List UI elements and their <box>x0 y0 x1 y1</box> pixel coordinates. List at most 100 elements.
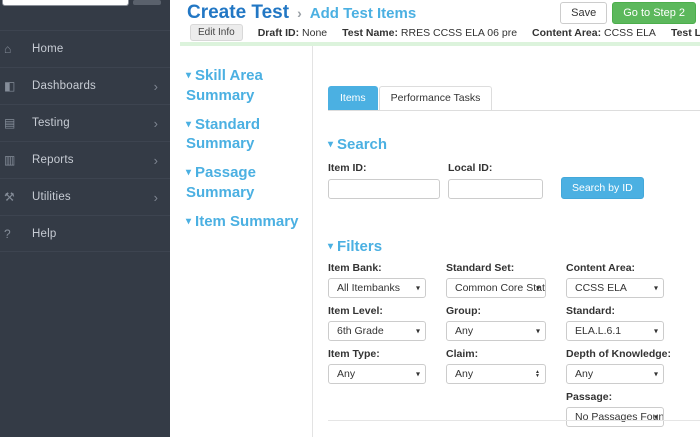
item-id-field-group: Item ID: <box>328 155 440 199</box>
passage-label: Passage: <box>566 391 664 403</box>
standard-select[interactable]: ELA.L.6.1 ▾ <box>566 321 664 341</box>
sidebar-top-cutoff-label <box>133 0 161 5</box>
app-screen: ⌂ Home ◧ Dashboards › ▤ Testing › ▥ Repo… <box>0 0 700 437</box>
content-area-value: CCSS ELA <box>604 27 656 39</box>
caret-down-icon: ▾ <box>654 283 658 292</box>
sidebar-top-cutoff-input[interactable] <box>2 0 129 6</box>
standard-value: ELA.L.6.1 <box>575 325 621 337</box>
item-id-label: Item ID: <box>328 162 440 174</box>
sidebar-item-label: Home <box>32 43 158 55</box>
claim-select[interactable]: Any▲▼ <box>446 364 546 384</box>
sidebar-item-utilities[interactable]: ⚒ Utilities › <box>0 178 170 215</box>
standard-set-value: Common Core State St <box>455 282 546 294</box>
item-type-filter: Item Type: Any▾ <box>328 341 426 384</box>
standard-set-select[interactable]: Common Core State St▾ <box>446 278 546 298</box>
item-type-select[interactable]: Any ▾ <box>328 364 426 384</box>
local-id-label: Local ID: <box>448 162 543 174</box>
item-level-label: Item Level: <box>328 305 426 317</box>
sidebar-item-label: Dashboards <box>32 80 154 92</box>
search-heading-label: Search <box>337 136 387 153</box>
item-level-select[interactable]: 6th Grade▾ <box>328 321 426 341</box>
help-icon: ? <box>4 227 26 241</box>
item-type-value: Any <box>337 368 355 380</box>
stepper-down-icon: ▼ <box>535 374 540 378</box>
summary-section-label: Item Summary <box>195 213 298 230</box>
caret-down-icon: ▾ <box>416 369 420 378</box>
sidebar-item-home[interactable]: ⌂ Home <box>0 30 170 67</box>
test-level: Test Level: 6th Grade <box>671 27 700 39</box>
caret-down-icon: ▾ <box>536 283 540 292</box>
caret-down-icon: ▾ <box>654 326 658 335</box>
tab-items[interactable]: Items <box>328 86 378 110</box>
group-select[interactable]: Any ▾ <box>446 321 546 341</box>
edit-info-button[interactable]: Edit Info <box>190 24 243 41</box>
chevron-right-icon: › <box>154 191 158 204</box>
claim-filter: Claim: Any▲▼ <box>446 341 546 384</box>
sidebar-nav: ⌂ Home ◧ Dashboards › ▤ Testing › ▥ Repo… <box>0 30 170 252</box>
go-to-step-2-button[interactable]: Go to Step 2 <box>612 2 696 24</box>
skill-area-summary-toggle[interactable]: ▾Skill Area Summary <box>186 66 302 106</box>
chevron-right-icon: › <box>154 80 158 93</box>
caret-down-icon: ▾ <box>416 283 420 292</box>
item-level-filter: Item Level: 6th Grade▾ <box>328 298 426 341</box>
dashboard-icon: ◧ <box>4 79 26 93</box>
caret-down-icon: ▾ <box>186 119 191 130</box>
item-bank-select[interactable]: All Itembanks ▾ <box>328 278 426 298</box>
standard-summary-toggle[interactable]: ▾Standard Summary <box>186 115 302 155</box>
tab-bar: Items Performance Tasks <box>328 87 700 111</box>
item-bank-filter: Item Bank: All Itembanks ▾ <box>328 255 426 298</box>
draft-id: Draft ID: None <box>258 27 327 39</box>
testing-icon: ▤ <box>4 116 26 130</box>
filters-section: ▾Filters Item Bank: All Itembanks ▾ Stand… <box>328 238 700 427</box>
local-id-field-group: Local ID: <box>448 155 543 199</box>
passage-value: No Passages Found <box>575 411 664 423</box>
content-area-select[interactable]: CCSS ELA ▾ <box>566 278 664 298</box>
chevron-right-icon: › <box>154 154 158 167</box>
group-filter: Group: Any ▾ <box>446 298 546 341</box>
breadcrumb: Create Test › Add Test Items <box>187 2 416 24</box>
caret-down-icon: ▾ <box>186 216 191 227</box>
breadcrumb-current: Add Test Items <box>310 5 416 22</box>
item-level-value: 6th Grade <box>337 325 384 337</box>
group-label: Group: <box>446 305 546 317</box>
save-button[interactable]: Save <box>560 2 607 24</box>
caret-down-icon: ▾ <box>536 326 540 335</box>
sidebar-item-dashboards[interactable]: ◧ Dashboards › <box>0 67 170 104</box>
item-bank-value: All Itembanks <box>337 282 400 294</box>
reports-icon: ▥ <box>4 153 26 167</box>
depth-of-knowledge-filter: Depth of Knowledge: Any▾ <box>566 341 664 384</box>
sidebar-item-label: Help <box>32 228 158 240</box>
tab-performance-tasks[interactable]: Performance Tasks <box>379 86 493 110</box>
filters-grid: Item Bank: All Itembanks▾ Standard Set: … <box>328 255 700 427</box>
filters-heading-toggle[interactable]: ▾Filters <box>328 238 700 255</box>
breadcrumb-separator-icon: › <box>297 5 302 21</box>
passage-summary-toggle[interactable]: ▾Passage Summary <box>186 163 302 203</box>
local-id-input[interactable] <box>448 179 543 199</box>
caret-down-icon: ▾ <box>328 241 333 252</box>
content-area-filter: Content Area: CCSS ELA▾ <box>566 255 664 298</box>
sidebar-item-help[interactable]: ? Help <box>0 215 170 252</box>
caret-down-icon: ▾ <box>186 167 191 178</box>
standard-label: Standard: <box>566 305 664 317</box>
item-bank-label: Item Bank: <box>328 262 426 274</box>
depth-of-knowledge-value: Any <box>575 368 593 380</box>
search-fields: Item ID: Local ID: Search by ID <box>328 155 644 199</box>
depth-of-knowledge-select[interactable]: Any▾ <box>566 364 664 384</box>
search-by-id-button[interactable]: Search by ID <box>561 177 644 199</box>
caret-down-icon: ▾ <box>186 70 191 81</box>
group-value: Any <box>455 325 473 337</box>
summary-column: ▾Skill Area Summary ▾Standard Summary ▾P… <box>186 66 302 241</box>
header-actions: Save Go to Step 2 <box>560 2 696 24</box>
item-summary-toggle[interactable]: ▾ Item Summary <box>186 212 302 232</box>
search-heading-toggle[interactable]: ▾Search <box>328 136 644 153</box>
sidebar-item-label: Reports <box>32 154 154 166</box>
main-panel: Items Performance Tasks ▾Search Item ID:… <box>313 46 700 437</box>
search-section: ▾Search Item ID: Local ID: Search by ID <box>328 136 644 199</box>
sidebar-item-label: Testing <box>32 117 154 129</box>
item-id-input[interactable] <box>328 179 440 199</box>
sidebar-item-reports[interactable]: ▥ Reports › <box>0 141 170 178</box>
sidebar-item-testing[interactable]: ▤ Testing › <box>0 104 170 141</box>
content-area-filter-value: CCSS ELA <box>575 282 627 294</box>
depth-of-knowledge-label: Depth of Knowledge: <box>566 348 664 360</box>
passage-select[interactable]: No Passages Found▾ <box>566 407 664 427</box>
